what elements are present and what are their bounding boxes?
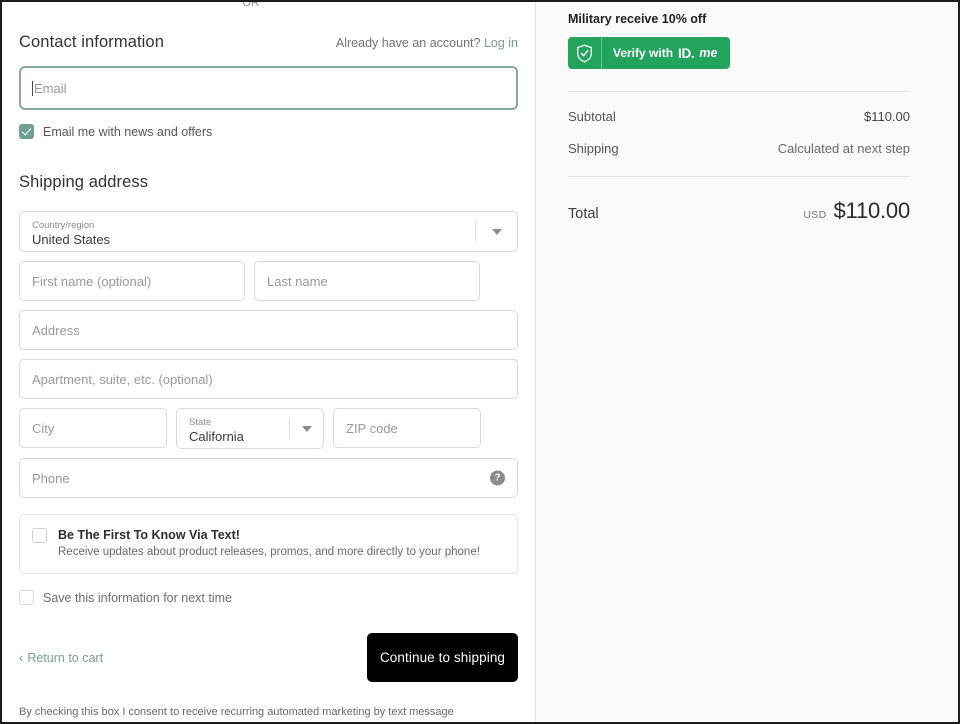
verify-with-idme-label: Verify with ID. me xyxy=(602,37,730,69)
email-placeholder: Email xyxy=(34,80,67,96)
total-label: Total xyxy=(568,206,599,222)
help-circle-icon[interactable]: ? xyxy=(490,470,505,486)
verify-prefix: Verify with xyxy=(613,46,674,60)
state-value: California xyxy=(189,429,244,444)
log-in-link[interactable]: Log in xyxy=(484,36,518,50)
save-info-label: Save this information for next time xyxy=(43,590,232,605)
address-field[interactable]: Address xyxy=(19,310,518,350)
zip-code-field[interactable]: ZIP code xyxy=(333,408,481,448)
subtotal-label: Subtotal xyxy=(568,109,616,124)
sms-optin-text: Be The First To Know Via Text! Receive u… xyxy=(58,527,480,560)
checkout-form-panel: OR Contact information Already have an a… xyxy=(2,2,535,722)
summary-divider-bottom xyxy=(568,176,910,177)
first-name-field[interactable]: First name (optional) xyxy=(19,261,245,301)
subtotal-value: $110.00 xyxy=(863,109,910,124)
shipping-row: Shipping Calculated at next step xyxy=(568,141,910,156)
chevron-down-icon xyxy=(301,425,312,432)
shield-check-icon xyxy=(568,37,602,69)
name-row: First name (optional) Last name xyxy=(19,261,518,301)
shipping-value: Calculated at next step xyxy=(777,141,910,156)
apartment-field[interactable]: Apartment, suite, etc. (optional) xyxy=(19,359,518,399)
chevron-left-icon: ‹ xyxy=(19,650,24,665)
shipping-label: Shipping xyxy=(568,141,619,156)
state-label: State xyxy=(189,417,212,428)
country-region-select[interactable]: Country/region United States xyxy=(19,211,518,252)
text-caret xyxy=(32,80,33,96)
chevron-down-icon xyxy=(491,228,502,235)
city-placeholder: City xyxy=(32,420,55,436)
return-to-cart-link[interactable]: ‹ Return to cart xyxy=(19,651,103,665)
city-field[interactable]: City xyxy=(19,408,167,448)
email-field[interactable]: Email xyxy=(19,66,518,110)
country-region-label: Country/region xyxy=(32,220,95,231)
newsletter-checkbox-row[interactable]: Email me with news and offers xyxy=(19,124,518,139)
newsletter-label: Email me with news and offers xyxy=(43,124,213,139)
verify-with-idme-button[interactable]: Verify with ID. me xyxy=(568,37,731,69)
sms-legal-body: By checking this box I consent to receiv… xyxy=(19,706,454,718)
idme-logo: ID. xyxy=(678,45,695,61)
phone-placeholder: Phone xyxy=(32,470,70,486)
order-summary-panel: Military receive 10% off Verify with ID.… xyxy=(535,2,958,722)
total-amount: $110.00 xyxy=(833,198,911,223)
total-row: Total USD $110.00 xyxy=(568,198,910,224)
sms-optin-box[interactable]: Be The First To Know Via Text! Receive u… xyxy=(19,514,518,574)
subtotal-row: Subtotal $110.00 xyxy=(568,109,910,124)
idme-logo-suffix: me xyxy=(699,46,718,60)
newsletter-checkbox[interactable] xyxy=(19,124,34,139)
save-info-checkbox[interactable] xyxy=(19,590,34,605)
summary-divider-top xyxy=(568,91,910,92)
contact-information-header: Contact information Already have an acco… xyxy=(19,2,518,52)
country-dropdown-arrow[interactable] xyxy=(475,221,517,242)
contact-information-title: Contact information xyxy=(19,33,164,51)
country-region-value: United States xyxy=(32,232,111,247)
sms-optin-title: Be The First To Know Via Text! xyxy=(58,528,240,542)
address-placeholder: Address xyxy=(32,322,80,338)
last-name-placeholder: Last name xyxy=(267,273,328,289)
sms-optin-checkbox[interactable] xyxy=(32,528,47,543)
continue-to-shipping-button[interactable]: Continue to shipping xyxy=(367,633,518,682)
first-name-placeholder: First name (optional) xyxy=(32,273,152,289)
last-name-field[interactable]: Last name xyxy=(254,261,480,301)
sms-optin-subtitle: Receive updates about product releases, … xyxy=(58,546,480,558)
form-actions: ‹ Return to cart Continue to shipping xyxy=(19,633,518,682)
state-dropdown-arrow[interactable] xyxy=(289,418,323,439)
shipping-address-title: Shipping address xyxy=(19,173,149,191)
save-info-checkbox-row[interactable]: Save this information for next time xyxy=(19,590,518,605)
city-state-zip-row: City State California ZIP code xyxy=(19,408,518,449)
login-prompt-text: Already have an account? xyxy=(335,36,481,50)
phone-field[interactable]: Phone ? xyxy=(19,458,518,498)
return-to-cart-label: Return to cart xyxy=(27,650,104,665)
military-discount-heading: Military receive 10% off xyxy=(568,12,707,26)
login-prompt: Already have an account? Log in xyxy=(336,36,518,50)
or-divider: OR xyxy=(242,0,260,6)
total-amount-group: USD $110.00 xyxy=(803,198,910,224)
zip-code-placeholder: ZIP code xyxy=(346,420,398,436)
total-currency: USD xyxy=(803,209,827,221)
state-select[interactable]: State California xyxy=(176,408,324,449)
sms-legal-text: By checking this box I consent to receiv… xyxy=(19,704,484,722)
apartment-placeholder: Apartment, suite, etc. (optional) xyxy=(32,371,213,387)
checkout-page: OR Contact information Already have an a… xyxy=(0,0,960,724)
